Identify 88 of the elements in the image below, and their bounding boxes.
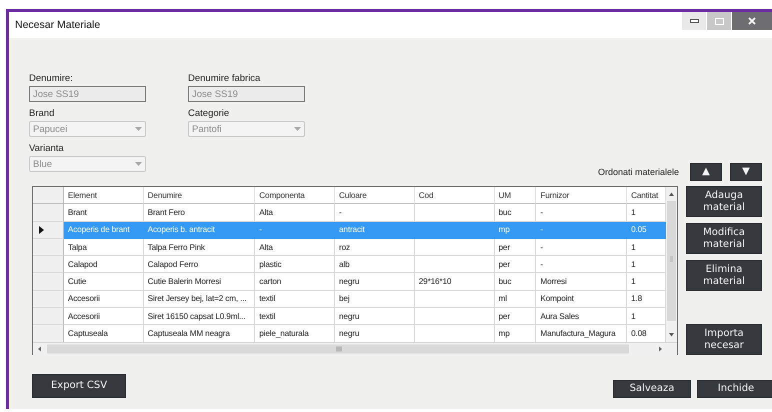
table-cell: per (494, 256, 536, 274)
column-header[interactable]: Element (64, 187, 144, 204)
table-cell: - (536, 222, 628, 239)
table-cell: Alta (255, 204, 336, 222)
table-cell: roz (335, 238, 415, 256)
table-cell: Brant (64, 204, 144, 222)
table-cell: Cutie Balerin Morresi (144, 273, 256, 291)
table-cell: Talpa Ferro Pink (144, 238, 256, 256)
table-cell: Cutie (64, 273, 144, 291)
row-header[interactable] (33, 222, 64, 239)
table-cell: plastic (255, 256, 336, 274)
table-cell: antracit (335, 222, 415, 239)
table-cell: - (335, 204, 415, 222)
table-cell: Kompoint (536, 290, 628, 308)
table-cell: Acoperis de brant (64, 222, 144, 239)
table-cell: per (494, 308, 536, 326)
table-cell: - (536, 256, 628, 274)
table-cell: carton (255, 273, 336, 291)
table-cell: Alta (255, 238, 336, 256)
table-cell: 1 (627, 308, 666, 326)
table-cell: buc (494, 273, 536, 291)
table-cell: Brant Fero (144, 204, 256, 222)
close-button[interactable] (732, 12, 772, 30)
table-cell: buc (494, 204, 536, 222)
table-cell: Talpa (64, 238, 144, 256)
table-cell: textil (255, 308, 336, 326)
table-cell: Siret 16150 capsat L0.9ml... (144, 308, 256, 326)
window-title: Necesar Materiale (15, 19, 100, 31)
table-cell: bej (335, 290, 415, 308)
table-cell: Captuseala MM neagra (144, 325, 256, 342)
ordering-label: Ordonati materialele (598, 167, 679, 177)
column-header[interactable]: UM (494, 187, 536, 204)
close-icon (748, 17, 756, 25)
table-cell: Acoperis b. antracit (144, 222, 256, 239)
maximize-icon (714, 18, 724, 24)
column-header[interactable]: Culoare (335, 187, 415, 204)
table-cell: mp (494, 325, 536, 342)
action-button[interactable]: Adauga material (686, 186, 762, 217)
field-label: Brand (29, 108, 54, 119)
corner-header[interactable] (33, 187, 64, 204)
table-cell: 0.05 (627, 222, 666, 239)
table-cell: alb (335, 256, 415, 274)
table-cell: 1 (627, 256, 666, 274)
minimize-icon (690, 19, 698, 23)
caret-icon (135, 162, 142, 166)
table-cell: negru (335, 308, 415, 326)
column-header[interactable]: Cantitat (627, 187, 666, 204)
horizontal-scrollbar[interactable] (33, 342, 677, 355)
table-cell: Calapod Ferro (144, 256, 256, 274)
column-header[interactable]: Denumire (144, 187, 256, 204)
table-cell: Aura Sales (536, 308, 628, 326)
current-row-icon (39, 226, 44, 234)
minimize-button[interactable] (682, 12, 706, 30)
field-label: Categorie (188, 108, 230, 119)
move-down-button[interactable]: ▼ (730, 163, 762, 181)
close-dialog-button[interactable]: Inchide (697, 380, 772, 398)
table-cell: 1 (627, 204, 666, 222)
action-button[interactable]: Modifica material (686, 223, 762, 254)
field-label: Denumire: (29, 73, 73, 84)
table-cell: per (494, 238, 536, 256)
export-button[interactable]: Export CSV (32, 374, 126, 398)
table-cell: ml (494, 290, 536, 308)
table-cell: - (255, 222, 336, 239)
table-cell: mp (494, 222, 536, 239)
table-cell: Accesorii (64, 290, 144, 308)
table-cell: Calapod (64, 256, 144, 274)
table-cell: Siret Jersey bej, lat=2 cm, ... (144, 290, 256, 308)
table-cell: textil (255, 290, 336, 308)
field-label: Denumire fabrica (188, 73, 260, 84)
action-button[interactable]: Importa necesar (686, 324, 762, 355)
move-up-button[interactable]: ▲ (690, 163, 722, 181)
column-header[interactable]: Furnizor (536, 187, 628, 204)
table-cell: - (536, 204, 628, 222)
caret-icon (294, 127, 301, 131)
table-cell: Morresi (536, 273, 628, 291)
table-cell: - (536, 238, 628, 256)
save-button[interactable]: Salveaza (613, 380, 691, 398)
action-button[interactable]: Elimina material (686, 260, 762, 291)
caret-icon (135, 127, 142, 131)
table-cell: negru (335, 273, 415, 291)
table-cell: 1 (627, 238, 666, 256)
table-cell: 1.8 (627, 290, 666, 308)
table-cell: 1 (627, 273, 666, 291)
column-header[interactable]: Cod (414, 187, 495, 204)
table-cell: Accesorii (64, 308, 144, 326)
field-label: Varianta (29, 143, 64, 154)
column-header[interactable]: Componenta (255, 187, 336, 204)
table-cell: 29*16*10 (414, 273, 495, 291)
